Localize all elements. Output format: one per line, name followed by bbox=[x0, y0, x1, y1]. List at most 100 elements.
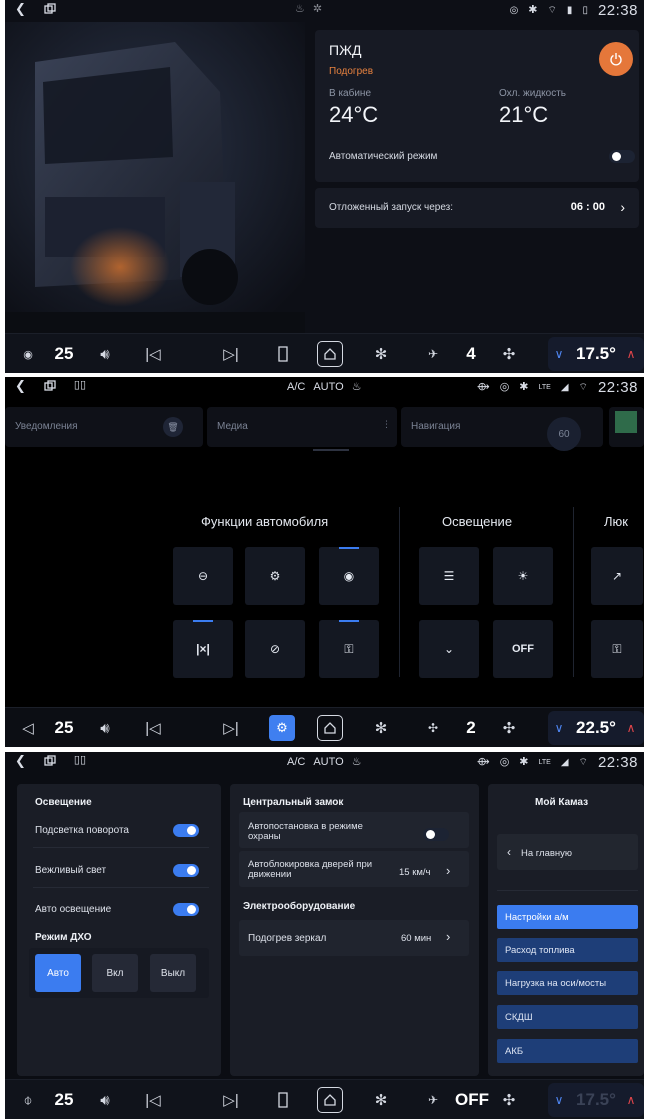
fan-icon[interactable]: ✣ bbox=[499, 708, 519, 747]
temp-value: 17.5° bbox=[576, 1090, 616, 1109]
divider bbox=[399, 507, 400, 677]
snowflake-icon[interactable]: ✻ bbox=[371, 1080, 391, 1119]
screen-vehicle-functions: ❮ ▯▯ A/C AUTO ♨ ⟴ ◎ ✱ LTE ◢ ⌔ 22:38 Увед… bbox=[5, 377, 644, 747]
widget-media[interactable]: Медиа ⋮ bbox=[207, 407, 397, 447]
back-icon[interactable]: ❮ bbox=[15, 379, 26, 392]
wifi-icon: ⌔ bbox=[578, 381, 588, 393]
tire-icon: ◉ bbox=[343, 569, 355, 583]
home-button[interactable] bbox=[317, 341, 343, 367]
auto-arm-label: Автопостановка в режиме охраны bbox=[248, 821, 363, 842]
screen-climate-heater: ❮ ♨ ✲ ◎ ✱ ⌔ ▮ ▯ 22:38 ПЖД Подогрев В каб… bbox=[5, 0, 644, 373]
menu-item-axle-load[interactable]: Нагрузка на оси/мосты bbox=[497, 971, 638, 995]
auto-mode-toggle[interactable] bbox=[609, 150, 635, 163]
windows-icon[interactable] bbox=[44, 2, 56, 15]
temp-down-icon[interactable]: ∨ bbox=[551, 708, 567, 747]
snowflake-icon[interactable]: ✻ bbox=[371, 334, 391, 373]
widget-notifications[interactable]: Уведомления 🗑︎ bbox=[5, 407, 203, 447]
func-tile-2[interactable]: ⚙ bbox=[245, 547, 305, 605]
prev-track-icon[interactable]: |◁ bbox=[143, 1080, 163, 1119]
temp-down-icon[interactable]: ∨ bbox=[551, 334, 567, 373]
temp-up-icon[interactable]: ∧ bbox=[623, 1080, 639, 1119]
power-button[interactable] bbox=[599, 42, 633, 76]
home-button[interactable] bbox=[317, 715, 343, 741]
next-track-icon[interactable]: ▷| bbox=[221, 334, 241, 373]
door-icon[interactable] bbox=[273, 1080, 293, 1119]
seat-icon[interactable]: ◉ bbox=[19, 334, 37, 373]
trash-icon[interactable]: 🗑︎ bbox=[163, 417, 183, 437]
next-track-icon[interactable]: ▷| bbox=[221, 1080, 241, 1119]
delayed-start-row[interactable]: Отложенный запуск через: 06 : 00 › bbox=[315, 188, 639, 228]
lte-icon: LTE bbox=[538, 759, 551, 766]
cabin-light-icon: ☰ bbox=[443, 569, 455, 583]
turn-light-toggle[interactable] bbox=[173, 824, 199, 837]
windows-icon[interactable] bbox=[44, 379, 56, 392]
status-bar: ❮ ♨ ✲ ◎ ✱ ⌔ ▮ ▯ 22:38 bbox=[5, 0, 644, 22]
menu-item-fuel[interactable]: Расход топлива bbox=[497, 938, 638, 962]
split-view-icon[interactable]: ▯▯ bbox=[74, 380, 86, 391]
auto-arm-toggle[interactable] bbox=[423, 828, 449, 841]
home-button[interactable] bbox=[317, 1087, 343, 1113]
door-icon[interactable] bbox=[273, 334, 293, 373]
mute-icon[interactable]: ◁ bbox=[19, 708, 37, 747]
fan-icon[interactable]: ✣ bbox=[499, 1080, 519, 1119]
snowflake-icon[interactable]: ✻ bbox=[371, 708, 391, 747]
func-tile-1[interactable]: ⊖ bbox=[173, 547, 233, 605]
seat-heat-icon: ♨ bbox=[351, 755, 362, 768]
widget-map-thumb[interactable] bbox=[609, 407, 644, 447]
light-tile-3[interactable]: ⌄ bbox=[419, 620, 479, 678]
airflow-icon[interactable]: ✈ bbox=[423, 1080, 443, 1119]
status-bar: ❮ ▯▯ A/C AUTO ♨ ⟴ ◎ ✱ LTE ◢ ⌔ 22:38 bbox=[5, 752, 644, 774]
func-tile-3[interactable]: ◉ bbox=[319, 547, 379, 605]
sunroof-tile-1[interactable]: ↗ bbox=[591, 547, 643, 605]
bluetooth-icon: ✱ bbox=[528, 4, 538, 16]
temp-down-icon[interactable]: ∨ bbox=[551, 1080, 567, 1119]
next-track-icon[interactable]: ▷| bbox=[221, 708, 241, 747]
light-tile-2[interactable]: ☀ bbox=[493, 547, 553, 605]
volume-value: 25 bbox=[54, 718, 74, 737]
more-icon[interactable]: ⋮ bbox=[382, 419, 391, 430]
heater-panel: ПЖД Подогрев В кабине 24°C Охл. жидкость… bbox=[315, 30, 639, 182]
menu-item-vehicle-settings[interactable]: Настройки а/м bbox=[497, 905, 638, 929]
sunroof-open-icon: ↗ bbox=[611, 569, 623, 583]
temp-up-icon[interactable]: ∧ bbox=[623, 708, 639, 747]
back-icon[interactable]: ❮ bbox=[15, 754, 26, 767]
prev-track-icon[interactable]: |◁ bbox=[143, 708, 163, 747]
menu-item-battery[interactable]: АКБ bbox=[497, 1039, 638, 1063]
prev-track-icon[interactable]: |◁ bbox=[143, 334, 163, 373]
screen-settings: ❮ ▯▯ A/C AUTO ♨ ⟴ ◎ ✱ LTE ◢ ⌔ 22:38 Осве… bbox=[5, 752, 644, 1119]
courtesy-light-toggle[interactable] bbox=[173, 864, 199, 877]
back-icon[interactable]: ❮ bbox=[15, 2, 26, 15]
drl-off-button[interactable]: Выкл bbox=[150, 954, 196, 992]
func-tile-5[interactable]: ⊘ bbox=[245, 620, 305, 678]
lock-title: Центральный замок bbox=[243, 797, 344, 808]
menu-item-tpms[interactable]: СКДШ bbox=[497, 1005, 638, 1029]
func-tile-6[interactable]: ⚿ bbox=[319, 620, 379, 678]
section-sunroof: Люк bbox=[604, 514, 628, 529]
volume-value: 25 bbox=[54, 1090, 74, 1109]
sunroof-tile-2[interactable]: ⚿ bbox=[591, 620, 643, 678]
engine-brake-icon: ⊖ bbox=[197, 569, 209, 583]
light-off-button[interactable]: OFF bbox=[493, 620, 553, 678]
volume-icon[interactable]: 🔊︎ bbox=[95, 1080, 115, 1119]
volume-icon[interactable]: 🔊︎ bbox=[95, 708, 115, 747]
split-view-icon[interactable]: ▯▯ bbox=[74, 755, 86, 766]
fan-small-icon[interactable]: ✣ bbox=[423, 708, 443, 747]
widget-navigation[interactable]: Навигация 60 bbox=[401, 407, 603, 451]
lighting-title: Освещение bbox=[35, 797, 92, 808]
location-icon: ◎ bbox=[509, 4, 519, 16]
volume-icon[interactable]: 🔊︎ bbox=[95, 334, 115, 373]
vehicle-functions-button[interactable]: ⚙ bbox=[269, 715, 295, 741]
light-tile-1[interactable]: ☰ bbox=[419, 547, 479, 605]
fan-icon[interactable]: ✣ bbox=[499, 334, 519, 373]
func-tile-4[interactable]: |×| bbox=[173, 620, 233, 678]
windows-icon[interactable] bbox=[44, 754, 56, 767]
drl-auto-button[interactable]: Авто bbox=[35, 954, 81, 992]
auto-light-toggle[interactable] bbox=[173, 903, 199, 916]
auto-lock-label: Автоблокировка дверей при движении bbox=[248, 859, 373, 880]
temp-up-icon[interactable]: ∧ bbox=[623, 334, 639, 373]
seat-heat-icon: ♨ bbox=[351, 380, 362, 393]
seat-icon[interactable]: ⌽ bbox=[19, 1080, 37, 1119]
clock: 22:38 bbox=[597, 379, 638, 396]
drl-on-button[interactable]: Вкл bbox=[92, 954, 138, 992]
airflow-icon[interactable]: ✈ bbox=[423, 334, 443, 373]
